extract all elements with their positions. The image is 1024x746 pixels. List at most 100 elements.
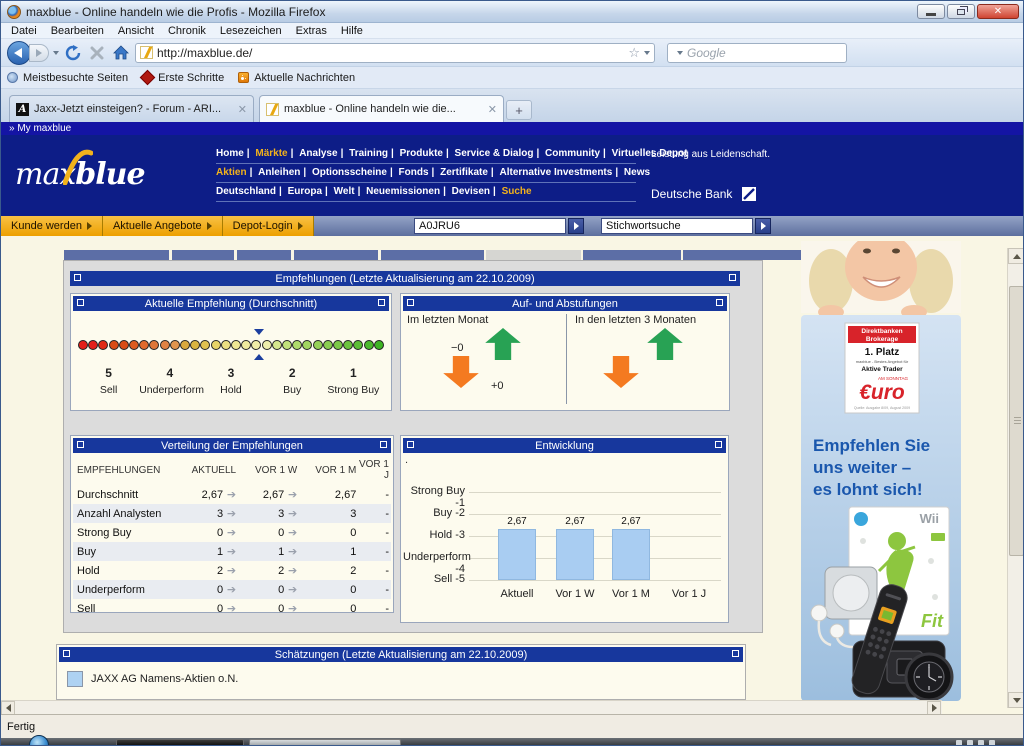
panel-toggle-icon[interactable] xyxy=(407,441,414,448)
panel-toggle-icon[interactable] xyxy=(716,299,723,306)
keyword-search-go-button[interactable] xyxy=(755,218,771,234)
scrollbar-thumb[interactable] xyxy=(1009,286,1024,556)
nav-item[interactable]: Devisen xyxy=(440,186,490,197)
menu-item[interactable]: Chronik xyxy=(162,25,212,37)
nav-item[interactable]: Aktien xyxy=(216,167,247,178)
panel-toggle-icon[interactable] xyxy=(63,650,70,657)
home-button[interactable] xyxy=(111,43,131,63)
panel-toggle-icon[interactable] xyxy=(74,274,81,281)
menu-item[interactable]: Bearbeiten xyxy=(45,25,110,37)
content-tab-stub-active[interactable] xyxy=(486,250,581,260)
aktuelle-angebote-button[interactable]: Aktuelle Angebote xyxy=(103,216,223,236)
maxblue-logo[interactable]: maxblue xyxy=(15,157,145,192)
nav-item[interactable]: Neuemissionen xyxy=(355,186,441,197)
auf-abstufungen-panel: Auf- und Abstufungen Im letzten Monat In… xyxy=(400,293,730,411)
nav-row-products: AktienAnleihenOptionsscheineFondsZertifi… xyxy=(216,164,636,183)
nav-item[interactable]: Welt xyxy=(322,186,355,197)
tab-maxblue[interactable]: maxblue - Online handeln wie die... ✕ xyxy=(259,95,504,122)
content-tab-stub[interactable] xyxy=(381,250,484,260)
nav-item[interactable]: Community xyxy=(533,148,600,159)
close-button[interactable]: ✕ xyxy=(977,4,1019,19)
url-dropdown-icon[interactable] xyxy=(644,51,650,55)
nav-item[interactable]: Optionsscheine xyxy=(300,167,387,178)
stop-button[interactable] xyxy=(87,43,107,63)
windows-taskbar[interactable] xyxy=(1,738,1024,746)
kunde-werden-button[interactable]: Kunde werden xyxy=(1,216,103,236)
url-input[interactable] xyxy=(157,46,624,60)
scroll-down-button[interactable] xyxy=(1008,692,1024,708)
table-header-row: EMPFEHLUNGEN AKTUELL VOR 1 W VOR 1 M VOR… xyxy=(73,455,391,485)
scroll-left-button[interactable] xyxy=(1,701,15,715)
panel-toggle-icon[interactable] xyxy=(77,441,84,448)
reload-button[interactable] xyxy=(63,43,83,63)
nav-item[interactable]: Anleihen xyxy=(247,167,301,178)
content-tab-stub[interactable] xyxy=(64,250,169,260)
tab-close-icon[interactable]: ✕ xyxy=(488,103,497,116)
wkn-search-go-button[interactable] xyxy=(568,218,584,234)
restore-button[interactable] xyxy=(947,4,975,19)
nav-item[interactable]: Training xyxy=(338,148,388,159)
nav-item[interactable]: Produkte xyxy=(388,148,443,159)
nav-item[interactable]: Service & Dialog xyxy=(443,148,534,159)
content-tab-stub[interactable] xyxy=(237,250,291,260)
content-tab-stub[interactable] xyxy=(172,250,234,260)
panel-toggle-icon[interactable] xyxy=(378,299,385,306)
nav-item[interactable]: Märkte xyxy=(244,148,288,159)
bookmark-most-visited[interactable]: Meistbesuchte Seiten xyxy=(7,72,128,84)
taskbar-window-button[interactable] xyxy=(116,739,244,746)
content-tab-stub[interactable] xyxy=(583,250,681,260)
nav-item[interactable]: Home xyxy=(216,148,244,159)
nav-item[interactable]: Europa xyxy=(276,186,322,197)
bookmarks-bar: Meistbesuchte Seiten Erste Schritte Aktu… xyxy=(1,67,1024,89)
menu-item[interactable]: Ansicht xyxy=(112,25,160,37)
col-header: EMPFEHLUNGEN xyxy=(73,455,177,485)
url-bar[interactable]: ☆ xyxy=(135,43,655,63)
wkn-search-input[interactable] xyxy=(414,218,566,234)
nav-item[interactable]: News xyxy=(612,167,650,178)
keyword-search-input[interactable] xyxy=(601,218,753,234)
search-input[interactable] xyxy=(687,46,844,60)
history-dropdown-icon[interactable] xyxy=(53,51,59,55)
nav-item[interactable]: Fonds xyxy=(387,167,429,178)
panel-toggle-icon[interactable] xyxy=(77,299,84,306)
panel-toggle-icon[interactable] xyxy=(715,441,722,448)
menu-item[interactable]: Extras xyxy=(290,25,333,37)
search-box[interactable] xyxy=(667,43,847,63)
tab-close-icon[interactable]: ✕ xyxy=(238,103,247,116)
forward-button[interactable] xyxy=(29,44,49,62)
panel-toggle-icon[interactable] xyxy=(407,299,414,306)
tab-jaxx-forum[interactable]: A Jaxx-Jetzt einsteigen? - Forum - ARI..… xyxy=(9,95,254,122)
vertical-scrollbar[interactable] xyxy=(1007,248,1024,708)
svg-text:Aktive Trader: Aktive Trader xyxy=(861,366,903,373)
nav-item[interactable]: Suche xyxy=(490,186,532,197)
bookmark-star-icon[interactable]: ☆ xyxy=(628,45,640,61)
horizontal-scrollbar[interactable] xyxy=(1,700,942,714)
content-tab-stub[interactable] xyxy=(683,250,818,260)
nav-item[interactable]: Zertifikate xyxy=(429,167,488,178)
panel-toggle-icon[interactable] xyxy=(380,441,387,448)
scroll-up-button[interactable] xyxy=(1008,248,1024,264)
my-maxblue-bar[interactable]: » My maxblue xyxy=(1,122,1024,135)
new-tab-button[interactable]: + xyxy=(506,100,532,120)
panel-toggle-icon[interactable] xyxy=(729,274,736,281)
menu-item[interactable]: Datei xyxy=(5,25,43,37)
bookmark-getting-started[interactable]: Erste Schritte xyxy=(142,72,224,84)
taskbar-window-button[interactable] xyxy=(249,739,401,746)
rating-dot xyxy=(88,340,98,350)
search-engine-dropdown-icon[interactable] xyxy=(677,51,683,55)
bookmark-latest-news[interactable]: Aktuelle Nachrichten xyxy=(238,72,355,84)
back-button[interactable] xyxy=(7,41,31,65)
scroll-right-button[interactable] xyxy=(927,701,941,715)
minimize-button[interactable] xyxy=(917,4,945,19)
system-tray[interactable] xyxy=(956,740,995,746)
nav-item[interactable]: Analyse xyxy=(288,148,338,159)
content-tab-stub[interactable] xyxy=(294,250,378,260)
nav-item[interactable]: Deutschland xyxy=(216,186,276,197)
ad-banner[interactable]: Direktbanken Brokerage 1. Platz maxblue … xyxy=(801,241,961,701)
rating-dot xyxy=(241,340,251,350)
menu-item[interactable]: Hilfe xyxy=(335,25,369,37)
panel-toggle-icon[interactable] xyxy=(732,650,739,657)
nav-item[interactable]: Alternative Investments xyxy=(488,167,612,178)
depot-login-button[interactable]: Depot-Login xyxy=(223,216,314,236)
menu-item[interactable]: Lesezeichen xyxy=(214,25,288,37)
